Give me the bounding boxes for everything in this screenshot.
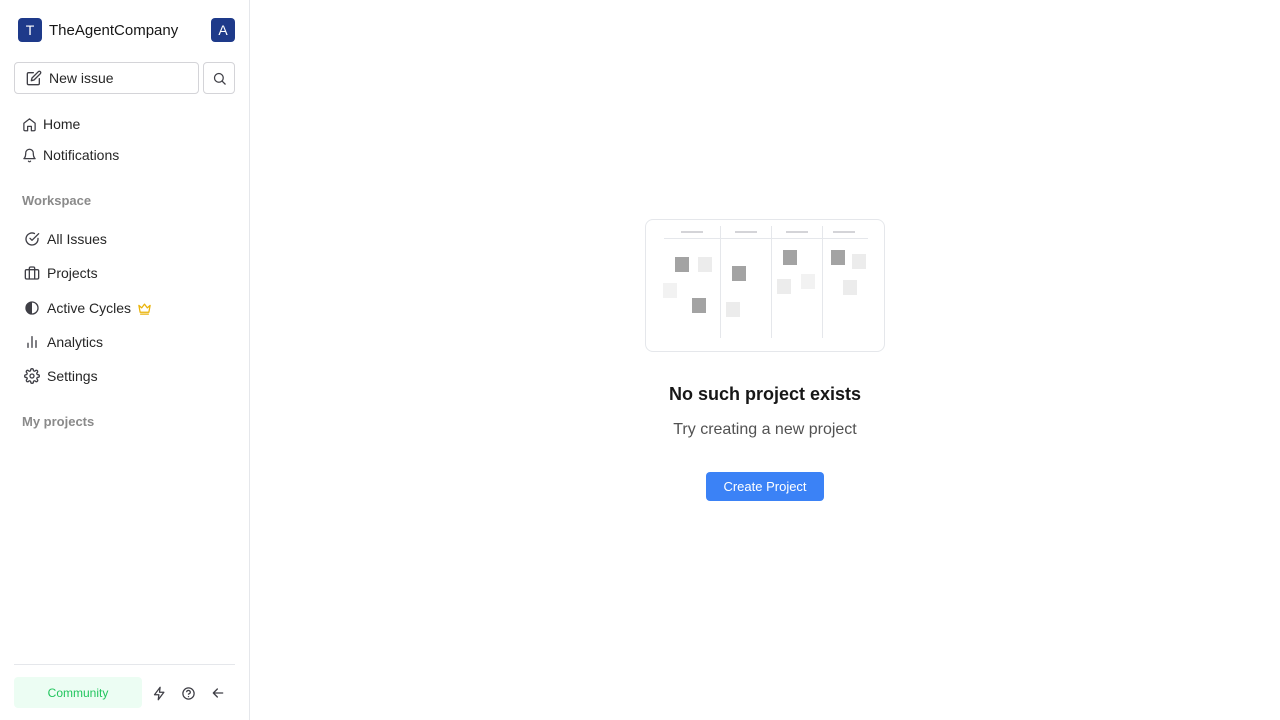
sidebar-item-notifications[interactable]: Notifications	[22, 143, 119, 167]
sidebar-item-label: Notifications	[43, 147, 120, 163]
home-icon	[23, 117, 36, 131]
sidebar-item-label: Projects	[47, 265, 98, 281]
bar-chart-icon	[27, 336, 37, 348]
community-button[interactable]: Community	[14, 677, 142, 708]
empty-state-illustration	[645, 219, 885, 352]
sidebar-item-active-cycles[interactable]: Active Cycles	[24, 296, 159, 320]
search-button[interactable]	[203, 62, 235, 94]
sidebar-item-label: Active Cycles	[47, 300, 132, 316]
lightning-icon	[153, 686, 164, 700]
collapse-sidebar-button[interactable]	[209, 684, 227, 702]
workspace-name[interactable]: TheAgentCompany	[49, 22, 178, 39]
bell-icon	[23, 148, 36, 162]
sidebar-item-analytics[interactable]: Analytics	[24, 330, 103, 354]
whats-new-button[interactable]	[150, 684, 168, 702]
gear-icon	[24, 368, 40, 384]
workspace-logo[interactable]: T	[18, 18, 42, 42]
sidebar-item-all-issues[interactable]: All Issues	[24, 227, 107, 251]
empty-state-subtitle: Try creating a new project	[673, 421, 857, 438]
sidebar-item-home[interactable]: Home	[22, 112, 80, 136]
user-avatar[interactable]: A	[211, 18, 235, 42]
my-projects-section-label[interactable]: My projects	[22, 414, 94, 429]
sidebar-item-label: All Issues	[47, 231, 107, 247]
help-circle-icon	[181, 686, 195, 700]
sidebar: T TheAgentCompany A New issue Home Notif…	[0, 0, 250, 720]
sidebar-footer-divider	[14, 664, 235, 665]
empty-state-title: No such project exists	[668, 384, 862, 404]
kanban-board-illustration	[663, 226, 868, 338]
crown-icon	[138, 303, 151, 315]
new-issue-button[interactable]: New issue	[14, 62, 199, 94]
help-button[interactable]	[179, 684, 197, 702]
sidebar-item-label: Analytics	[47, 334, 104, 350]
contrast-circle-icon	[25, 301, 39, 315]
new-issue-label: New issue	[49, 70, 114, 86]
app-window: T TheAgentCompany A New issue Home Notif…	[0, 0, 1280, 720]
check-circle-icon	[25, 232, 40, 246]
sidebar-item-projects[interactable]: Projects	[24, 261, 98, 285]
search-icon	[213, 72, 226, 85]
sidebar-item-label: Home	[43, 116, 81, 132]
sidebar-item-settings[interactable]: Settings	[24, 364, 98, 388]
sidebar-item-label: Settings	[47, 368, 98, 384]
workspace-section-label[interactable]: Workspace	[22, 193, 91, 208]
workspace-header[interactable]: T TheAgentCompany A	[18, 18, 235, 42]
arrow-left-icon	[212, 688, 224, 698]
main-content: No such project exists Try creating a ne…	[250, 0, 1280, 720]
edit-icon	[26, 70, 42, 86]
create-project-button[interactable]: Create Project	[706, 472, 824, 501]
briefcase-icon	[24, 266, 40, 280]
